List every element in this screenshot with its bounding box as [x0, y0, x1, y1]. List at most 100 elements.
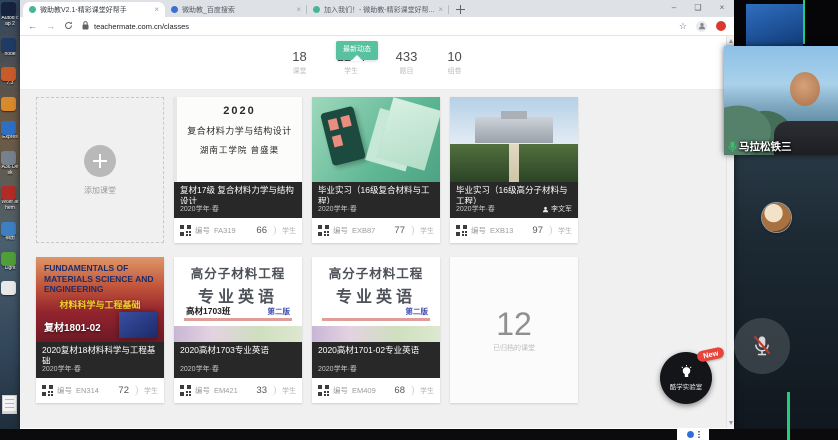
- desktop-icon-label: Wolfr athem: [1, 200, 19, 212]
- class-card[interactable]: FUNDAMENTALS OF MATERIALS SCIENCE AND EN…: [36, 257, 164, 403]
- count-arc-icon: [271, 385, 276, 396]
- stat-label: 题目: [396, 66, 418, 76]
- desktop-icon[interactable]: Wolfr athem: [1, 186, 19, 212]
- qr-code-icon[interactable]: [180, 385, 191, 396]
- class-cover-image: [450, 97, 578, 182]
- class-card[interactable]: 毕业实习（16级高分子材料与工程） 2020学年·春 李文军 编号 EXB13 …: [450, 97, 578, 243]
- webcam-video-window[interactable]: 马拉松铁三: [724, 46, 838, 155]
- archived-count: 12: [496, 308, 532, 340]
- class-card[interactable]: 高分子材料工程专业英语第二版 2020高材1701-02专业英语 2020学年·…: [312, 257, 440, 403]
- tab-close-icon[interactable]: ×: [296, 5, 301, 14]
- class-info-band: 毕业实习（16级复合材料与工程） 2020学年·春: [312, 182, 440, 218]
- desktop-icon[interactable]: Light: [1, 252, 19, 272]
- reload-icon[interactable]: [64, 17, 73, 35]
- latest-activity-badge[interactable]: 最新动态: [336, 41, 378, 60]
- browser-tab[interactable]: 微助教_百度搜索 ×: [165, 2, 307, 17]
- desktop-icon-image: [1, 252, 16, 266]
- tab-favicon: [29, 6, 36, 13]
- taskbar-app-icon[interactable]: [687, 431, 694, 438]
- stat-label: 课堂: [292, 66, 306, 76]
- bookmark-star-icon[interactable]: ☆: [679, 21, 687, 32]
- desktop-icon[interactable]: [1, 97, 19, 111]
- class-card[interactable]: 2020复合材料力学与结构设计湖南工学院 曾盛渠 复材17级 复合材料力学与结构…: [174, 97, 302, 243]
- minimize-button[interactable]: –: [662, 0, 686, 15]
- desktop-icon-label: 7.3: [1, 81, 19, 87]
- microphone-muted-button[interactable]: [734, 318, 790, 374]
- desktop-icon[interactable]: Autod cap 2: [1, 2, 19, 28]
- class-title: 复材17级 复合材料力学与结构设计: [180, 185, 296, 204]
- code-value: EXB13: [490, 226, 528, 235]
- profile-avatar[interactable]: [696, 21, 707, 32]
- forward-icon[interactable]: →: [46, 22, 55, 31]
- back-icon[interactable]: ←: [28, 22, 37, 31]
- add-class-card[interactable]: 添加课堂: [36, 97, 164, 243]
- green-accent-line-bottom: [787, 392, 790, 440]
- class-title: 毕业实习（16级高分子材料与工程）: [456, 185, 572, 204]
- participant-name: 马拉松铁三: [739, 139, 792, 154]
- archived-classes-card[interactable]: 12 已归档的课堂: [450, 257, 578, 403]
- screen: Autod cap 2 node 7.3 Expres A36 Desk Wol…: [0, 0, 838, 440]
- stat-value: 433: [396, 49, 418, 64]
- stat-label: 组卷: [447, 66, 461, 76]
- class-card-footer: 编号 FA319 66 学生: [174, 218, 302, 243]
- person-icon: [542, 206, 549, 213]
- desktop-icon[interactable]: [1, 281, 19, 295]
- document-icon[interactable]: [2, 395, 17, 414]
- student-count: 72: [118, 385, 129, 396]
- profile-badge-icon[interactable]: [716, 21, 726, 31]
- desktop-icon[interactable]: A36 Desk: [1, 151, 19, 177]
- archived-label: 已归档的课堂: [493, 343, 535, 353]
- count-arc-icon: [133, 385, 138, 396]
- class-card[interactable]: 毕业实习（16级复合材料与工程） 2020学年·春 编号 EXB87 77 学生: [312, 97, 440, 243]
- tab-title: 加入我们！- 微助教-精彩课堂好帮...: [324, 5, 434, 15]
- more-dots-icon[interactable]: [698, 431, 700, 438]
- green-accent-line-top: [803, 0, 805, 44]
- desktop-icon[interactable]: 7.3: [1, 67, 19, 87]
- student-count: 66: [256, 225, 267, 236]
- class-card-footer: 编号 EXB87 77 学生: [312, 218, 440, 243]
- tab-close-icon[interactable]: ×: [438, 5, 443, 14]
- stat-value: 10: [447, 49, 461, 64]
- desktop-icon[interactable]: Expres: [1, 121, 19, 141]
- tab-close-icon[interactable]: ×: [154, 5, 159, 14]
- code-label: 编号: [57, 385, 72, 396]
- class-cover-image: 2020复合材料力学与结构设计湖南工学院 曾盛渠: [174, 97, 302, 182]
- desktop-icon-image: [1, 186, 16, 200]
- desktop-icon-image: [1, 222, 16, 236]
- stat-item: 433 题目: [396, 49, 418, 76]
- tab-bar: 微助教V2.1-精彩课堂好帮手 × 微助教_百度搜索 × 加入我们！- 微助教-…: [20, 0, 734, 17]
- qr-code-icon[interactable]: [456, 225, 467, 236]
- desktop-icon-label: node: [1, 52, 19, 58]
- pet-avatar-icon[interactable]: [762, 203, 791, 232]
- class-card[interactable]: 高分子材料工程专业英语高材1703班第二版 2020高材1703专业英语 202…: [174, 257, 302, 403]
- new-tab-button[interactable]: [454, 3, 467, 16]
- browser-tab[interactable]: 微助教V2.1-精彩课堂好帮手 ×: [23, 2, 165, 17]
- code-value: EN314: [76, 386, 114, 395]
- class-term: 2020学年·春: [42, 364, 81, 374]
- browser-tab[interactable]: 加入我们！- 微助教-精彩课堂好帮... ×: [307, 2, 449, 17]
- maximize-button[interactable]: ❑: [686, 0, 710, 15]
- qr-code-icon[interactable]: [318, 225, 329, 236]
- browser-toolbar: ← → teachermate.com.cn/classes ☆: [20, 17, 734, 36]
- class-term: 2020学年·春: [318, 204, 357, 214]
- taskbar-item[interactable]: [677, 429, 709, 440]
- qr-code-icon[interactable]: [180, 225, 191, 236]
- add-class-label: 添加课堂: [84, 185, 116, 196]
- students-label: 学生: [282, 386, 296, 396]
- stat-item: 10 组卷: [447, 49, 461, 76]
- address-bar[interactable]: teachermate.com.cn/classes: [82, 17, 670, 35]
- qr-code-icon[interactable]: [42, 385, 53, 396]
- stat-item: 18 课堂: [292, 49, 306, 76]
- code-label: 编号: [333, 225, 348, 236]
- participant-name-label: 马拉松铁三: [728, 139, 792, 154]
- qr-code-icon[interactable]: [318, 385, 329, 396]
- desktop-icon[interactable]: 相册: [1, 222, 19, 242]
- browser-window: 微助教V2.1-精彩课堂好帮手 × 微助教_百度搜索 × 加入我们！- 微助教-…: [20, 0, 734, 429]
- class-term: 2020学年·春: [456, 204, 495, 214]
- desktop-icon-column: Autod cap 2 node 7.3 Expres A36 Desk Wol…: [0, 0, 20, 295]
- count-arc-icon: [409, 385, 414, 396]
- close-button[interactable]: ×: [710, 0, 734, 15]
- desktop-icon-image: [1, 2, 16, 16]
- desktop-icon[interactable]: node: [1, 38, 19, 58]
- class-card-footer: 编号 EM409 68 学生: [312, 378, 440, 403]
